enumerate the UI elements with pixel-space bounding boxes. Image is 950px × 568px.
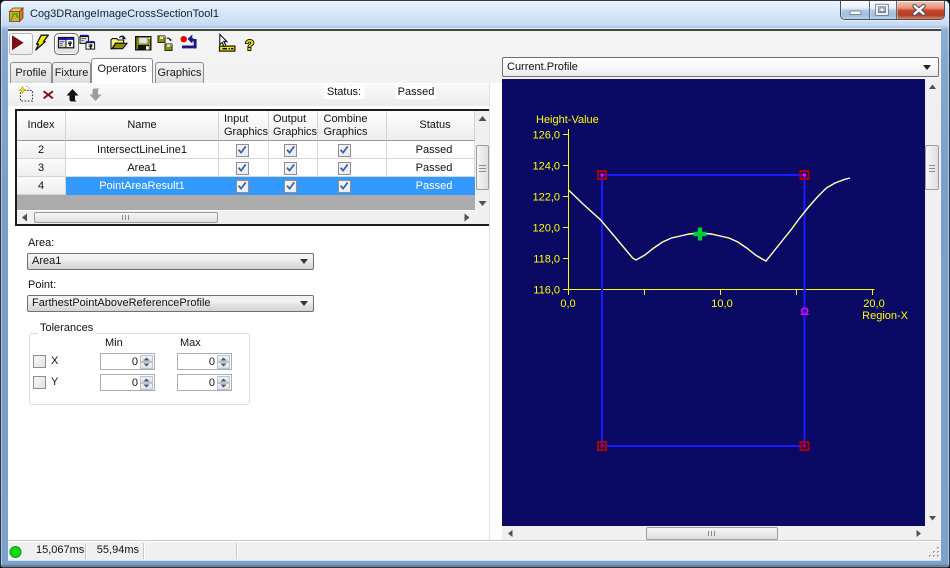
svg-text:126,0: 126,0	[532, 130, 560, 142]
svg-text:0,0: 0,0	[560, 298, 575, 310]
svg-text:120,0: 120,0	[532, 223, 560, 235]
svg-text:?: ?	[245, 37, 254, 54]
svg-text:116,0: 116,0	[533, 285, 560, 297]
svg-text:Region-X: Region-X	[862, 310, 909, 322]
svg-text:124,0: 124,0	[532, 161, 560, 173]
svg-text:20,0: 20,0	[863, 298, 884, 310]
svg-text:118,0: 118,0	[533, 254, 560, 266]
svg-text:10,0: 10,0	[711, 298, 732, 310]
svg-text:Height-Value: Height-Value	[536, 114, 599, 126]
svg-text:Ω: Ω	[800, 306, 809, 318]
svg-text:122,0: 122,0	[532, 192, 560, 204]
